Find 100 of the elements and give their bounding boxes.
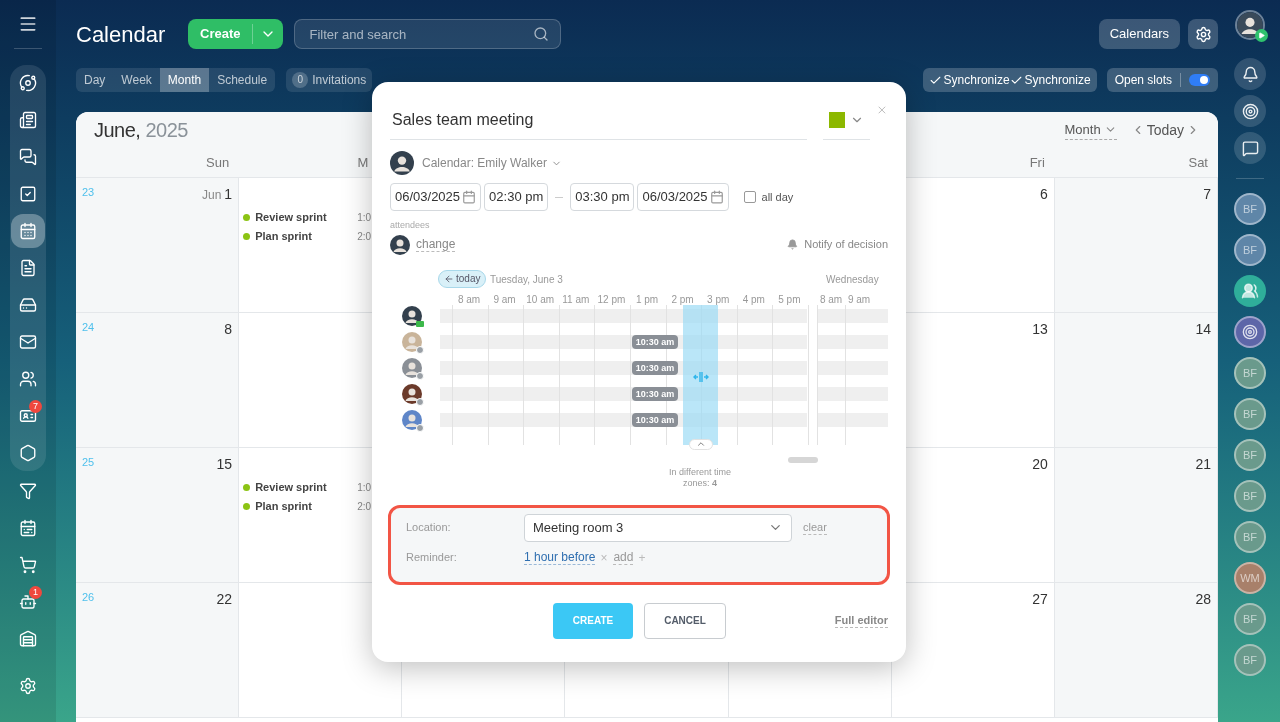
date-field[interactable]: 06/03/2025 (637, 183, 729, 211)
funnel-icon (19, 482, 37, 500)
date-field[interactable]: 06/03/2025 (390, 183, 482, 211)
id-card-icon (19, 407, 37, 425)
today-button[interactable]: today (438, 269, 487, 288)
toolbar-button[interactable] (1234, 58, 1266, 90)
settings-icon (1194, 25, 1212, 43)
owner-avatar (390, 151, 414, 175)
warehouse-icon (19, 630, 37, 648)
badge: 1 (29, 586, 42, 599)
local-time-tag: 10:30 am (632, 334, 678, 349)
sidebar-item[interactable]: 7 (11, 399, 45, 433)
count-badge: 0 (292, 72, 309, 88)
day-cell[interactable]: 24 8 (76, 313, 240, 447)
calendar-icon (462, 190, 477, 204)
scrollbar-thumb[interactable] (788, 456, 818, 463)
today-button[interactable]: Today (1146, 119, 1184, 141)
date-field[interactable]: 03:30 pm (570, 183, 635, 211)
hour-label: 5 pm (777, 292, 802, 307)
change-link[interactable]: change (416, 237, 456, 252)
sidebar-item[interactable] (11, 214, 45, 248)
toolbar-button[interactable] (1234, 95, 1266, 127)
day-cell[interactable]: 7 (1054, 178, 1218, 312)
view-tab[interactable]: Week (113, 68, 160, 92)
menu-icon[interactable] (18, 14, 38, 34)
location-select[interactable]: Meeting room 3 (524, 513, 792, 542)
day-number: Jun 1 (202, 185, 233, 204)
notify-button[interactable]: Notify of decision (804, 236, 888, 253)
day-cell[interactable]: 26 22 (76, 583, 240, 717)
date-field[interactable]: 02:30 pm (484, 183, 549, 211)
chevron-up-icon (696, 439, 706, 449)
drive-icon (19, 296, 37, 314)
target-icon (1241, 102, 1259, 120)
day-cell[interactable]: 28 (1054, 583, 1218, 717)
settings-button[interactable] (1188, 19, 1218, 49)
cancel-button[interactable]: CANCEL (644, 602, 726, 639)
chat-icon (1241, 139, 1259, 157)
bell-icon (1241, 65, 1259, 83)
view-tab[interactable]: Month (159, 68, 210, 92)
view-select[interactable]: Month (1064, 119, 1117, 141)
local-time-tag: 10:30 am (632, 412, 678, 427)
synchronize-button[interactable]: Synchronize Synchronize (922, 68, 1097, 92)
day-number: 20 (1032, 455, 1048, 474)
mail-icon (19, 333, 37, 351)
weekday-label: Sun (206, 153, 230, 172)
hour-label: 10 am (525, 292, 556, 307)
calendar-event[interactable]: Plan sprint 2:0 (239, 497, 402, 516)
day-cell[interactable]: 14 (1054, 313, 1218, 447)
play-badge (1255, 29, 1268, 42)
all-day-checkbox[interactable] (743, 191, 756, 203)
group-icon (1241, 282, 1259, 300)
open-slots-control[interactable]: Open slots (1106, 68, 1218, 92)
cart-icon (19, 556, 37, 574)
attendee-avatar (402, 331, 422, 352)
timeline-row (817, 360, 888, 375)
reminder-link[interactable]: 1 hour before (524, 550, 596, 565)
day-cell[interactable]: 25 15 (76, 448, 240, 582)
task-icon (19, 185, 37, 203)
sync-label: Synchronize (943, 72, 1010, 89)
sidebar-item[interactable]: 1 (11, 585, 45, 619)
full-editor-link[interactable]: Full editor (834, 613, 888, 628)
day-cell[interactable]: 21 (1054, 448, 1218, 582)
day-number: 14 (1195, 320, 1211, 339)
calendars-button[interactable]: Calendars (1098, 19, 1180, 49)
calendar-event[interactable]: Review sprint 1:0 (239, 478, 402, 497)
title-field[interactable]: Sales team meeting (390, 100, 807, 140)
timeline-row (817, 412, 888, 427)
timeline-row (817, 386, 888, 401)
hour-label: 4 pm (741, 292, 766, 307)
robot-icon (19, 593, 37, 611)
group-chat-button[interactable] (1234, 275, 1266, 307)
hour-label: 2 pm (670, 292, 695, 307)
attendee-avatar (402, 409, 422, 430)
week-number: 26 (82, 590, 95, 605)
calendar-select[interactable]: Calendar: Emily Walker (422, 154, 562, 172)
day-number: 13 (1032, 320, 1048, 339)
day-number: 22 (216, 590, 233, 609)
timeline-row (817, 334, 888, 349)
settings-icon (19, 677, 37, 695)
hour-label: 8 am (818, 292, 844, 307)
invitations-button[interactable]: 0 Invitations (286, 68, 373, 92)
day-number: 8 (224, 320, 233, 339)
toggle-switch[interactable] (1189, 74, 1210, 86)
toolbar-button[interactable] (1234, 132, 1266, 164)
hexagon-icon (19, 444, 37, 462)
day-cell[interactable]: 23 Jun 1 (76, 178, 240, 312)
resize-handle-icon[interactable] (692, 370, 709, 383)
weekday-label: Fri (1029, 153, 1045, 172)
day-number: 15 (216, 455, 233, 474)
week-number: 24 (82, 320, 95, 335)
timezone-note: In different time zones: 4 (668, 466, 732, 489)
hour-label: 9 am (846, 292, 872, 307)
view-tab[interactable]: Schedule (209, 68, 276, 92)
hour-label: 12 pm (596, 292, 627, 307)
calendar-icon (709, 190, 724, 204)
view-tab[interactable]: Day (76, 68, 114, 92)
day-number: 28 (1195, 590, 1211, 609)
hour-label: 11 am (561, 292, 591, 307)
app-button[interactable] (1234, 316, 1266, 348)
calendar-icon (19, 222, 37, 240)
